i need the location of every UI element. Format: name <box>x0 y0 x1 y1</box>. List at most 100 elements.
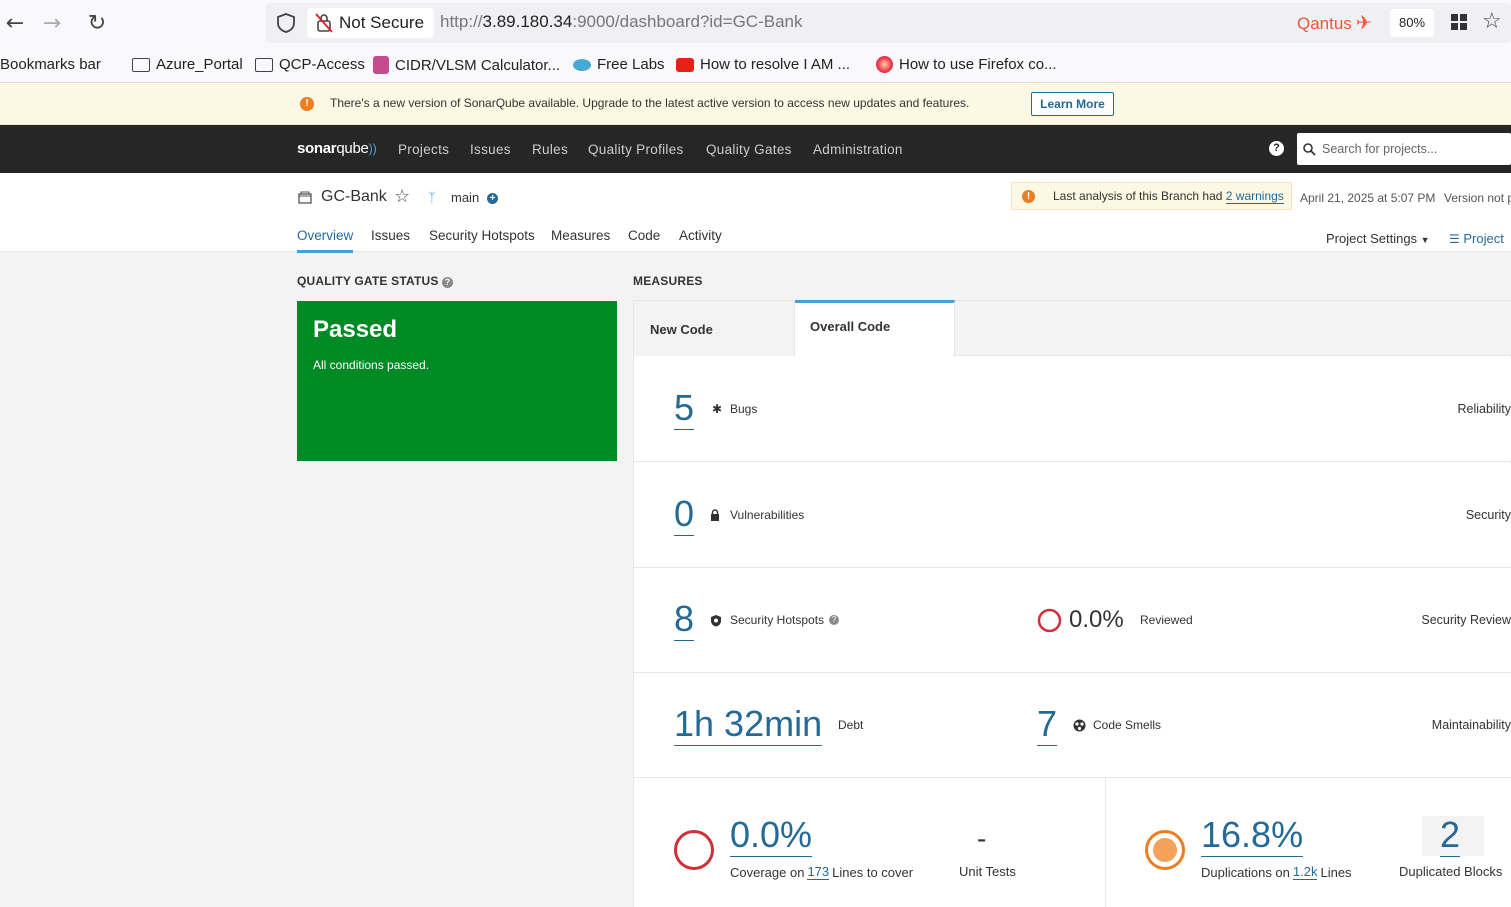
list-icon: ☰ <box>1449 232 1460 246</box>
nav-administration[interactable]: Administration <box>813 142 903 157</box>
duplicated-lines-link[interactable]: 1.2k <box>1292 864 1318 880</box>
hotspots-value[interactable]: 8 <box>674 600 695 641</box>
help-icon[interactable]: ? <box>442 277 454 288</box>
favorite-star-icon[interactable]: ☆ <box>394 186 410 207</box>
reviewed-label: Reviewed <box>1140 613 1193 627</box>
shield-hotspot-icon <box>711 614 721 626</box>
project-settings-menu[interactable]: Project Settings ▼ <box>1326 231 1430 246</box>
zoom-level[interactable]: 80% <box>1390 9 1434 37</box>
debt-label: Debt <box>838 718 864 732</box>
unit-tests-label: Unit Tests <box>959 864 1016 879</box>
url-host: 3.89.180.34 <box>482 12 573 31</box>
project-info-label: Project <box>1463 231 1504 246</box>
warnings-link[interactable]: 2 warnings <box>1225 189 1284 204</box>
branch-info-icon[interactable]: + <box>487 193 498 204</box>
quality-gate-title-text: QUALITY GATE STATUS <box>297 274 439 288</box>
not-secure-badge[interactable]: Not Secure <box>307 8 435 38</box>
bookmarks-bar: Bookmarks bar Azure_Portal QCP-Access CI… <box>0 46 1511 83</box>
analysis-date: April 21, 2025 at 5:07 PM <box>1300 191 1436 205</box>
tab-measures[interactable]: Measures <box>551 228 610 250</box>
coverage-donut-icon <box>674 830 714 870</box>
vulnerabilities-row: 0 Vulnerabilities Security <box>634 463 1511 568</box>
nav-issues[interactable]: Issues <box>470 142 511 157</box>
url-prefix: http:// <box>440 12 483 31</box>
youtube-icon <box>676 57 694 72</box>
tab-code[interactable]: Code <box>628 228 660 250</box>
measures-title: MEASURES <box>633 274 703 288</box>
search-icon <box>1303 143 1316 156</box>
quality-gate-status-box: Passed All conditions passed. <box>297 301 617 461</box>
coverage-label-b: Lines to cover <box>832 864 914 880</box>
extensions-grid-icon[interactable] <box>1450 13 1468 31</box>
project-search-input[interactable]: Search for projects... <box>1297 133 1511 165</box>
url-text[interactable]: http://3.89.180.34:9000/dashboard?id=GC-… <box>440 12 802 32</box>
shield-icon[interactable] <box>276 12 296 34</box>
duplicated-blocks-value[interactable]: 2 <box>1440 816 1461 857</box>
qantus-extension[interactable]: Qantus ✈ <box>1297 12 1372 35</box>
nav-projects[interactable]: Projects <box>398 142 449 157</box>
cloud-site-icon <box>573 58 591 71</box>
code-smells-value[interactable]: 7 <box>1037 705 1058 746</box>
nav-quality-profiles[interactable]: Quality Profiles <box>588 142 684 157</box>
help-icon[interactable]: ? <box>1269 141 1284 156</box>
nav-quality-gates[interactable]: Quality Gates <box>706 142 792 157</box>
reload-icon[interactable]: ↻ <box>82 8 112 38</box>
duplications-value[interactable]: 16.8% <box>1201 816 1304 857</box>
not-secure-label: Not Secure <box>339 13 425 32</box>
tab-security-hotspots[interactable]: Security Hotspots <box>429 228 535 250</box>
tab-overall-code[interactable]: Overall Code <box>795 300 955 357</box>
bookmark-cidr[interactable]: CIDR/VLSM Calculator... <box>373 56 560 74</box>
calculator-site-icon <box>373 56 389 74</box>
nav-rules[interactable]: Rules <box>532 142 568 157</box>
tab-overview[interactable]: Overview <box>297 228 354 253</box>
bookmark-folder-qcp[interactable]: QCP-Access <box>255 56 365 73</box>
project-name[interactable]: GC-Bank <box>321 188 387 206</box>
update-banner: ! There's a new version of SonarQube ava… <box>0 83 1511 125</box>
analysis-warning-text: Last analysis of this Branch had 2 warni… <box>1053 189 1284 204</box>
main-navigation: sonarqube)) Projects Issues Rules Qualit… <box>0 125 1511 173</box>
search-placeholder: Search for projects... <box>1322 142 1438 156</box>
tab-issues[interactable]: Issues <box>371 228 410 250</box>
bookmark-free-labs[interactable]: Free Labs <box>573 56 665 73</box>
tab-new-code[interactable]: New Code <box>634 301 795 356</box>
bookmark-youtube[interactable]: How to resolve I AM ... <box>676 56 850 73</box>
vulnerabilities-value[interactable]: 0 <box>674 495 695 536</box>
learn-more-button[interactable]: Learn More <box>1031 92 1114 116</box>
bug-icon: ✱ <box>711 402 723 416</box>
bugs-value[interactable]: 5 <box>674 389 695 430</box>
debt-value[interactable]: 1h 32min <box>674 705 823 746</box>
vulnerabilities-label-text: Vulnerabilities <box>730 508 805 522</box>
bookmark-label: QCP-Access <box>279 56 365 73</box>
reviewed-donut-icon <box>1037 608 1062 633</box>
project-header: GC-Bank ☆ ᛉ main + ! Last analysis of th… <box>0 173 1511 252</box>
bugs-label-text: Bugs <box>730 402 758 416</box>
plane-icon: ✈ <box>1355 13 1372 34</box>
browser-toolbar: ← → ↻ Not Secure http://3.89.180.34:9000… <box>0 0 1511 46</box>
tab-activity[interactable]: Activity <box>679 228 722 250</box>
branch-name[interactable]: main <box>451 190 479 205</box>
firefox-icon <box>876 56 893 73</box>
logo-waves-icon: )) <box>368 141 377 156</box>
help-icon[interactable]: ? <box>829 615 840 625</box>
forward-arrow-icon[interactable]: → <box>37 8 67 38</box>
bookmark-folder-azure[interactable]: Azure_Portal <box>132 56 243 73</box>
bookmark-label: Azure_Portal <box>156 56 243 73</box>
maintainability-row: 1h 32min Debt 7 Code Smells Maintainabil… <box>634 673 1511 778</box>
back-arrow-icon[interactable]: ← <box>0 8 30 38</box>
quality-gate-message: All conditions passed. <box>313 358 430 372</box>
sonarqube-logo[interactable]: sonarqube)) <box>297 140 377 157</box>
tab-overall-code-label: Overall Code <box>810 319 891 334</box>
warning-icon: ! <box>1022 190 1035 203</box>
coverage-value[interactable]: 0.0% <box>730 816 813 857</box>
maintainability-rating-label: Maintainability <box>1431 718 1511 732</box>
security-rating-label: Security <box>1465 508 1511 522</box>
bookmark-item[interactable]: Bookmarks bar <box>0 56 101 73</box>
duplications-label: Duplications on 1.2k Lines <box>1201 864 1352 880</box>
bookmark-firefox[interactable]: How to use Firefox co... <box>876 56 1057 73</box>
bookmark-label: How to use Firefox co... <box>899 56 1057 73</box>
row-divider <box>1105 778 1106 907</box>
lines-to-cover-link[interactable]: 173 <box>807 864 830 880</box>
folder-icon <box>132 57 150 72</box>
bookmark-star-icon[interactable]: ☆ <box>1482 9 1502 34</box>
project-information-link[interactable]: ☰ Project <box>1449 231 1504 246</box>
